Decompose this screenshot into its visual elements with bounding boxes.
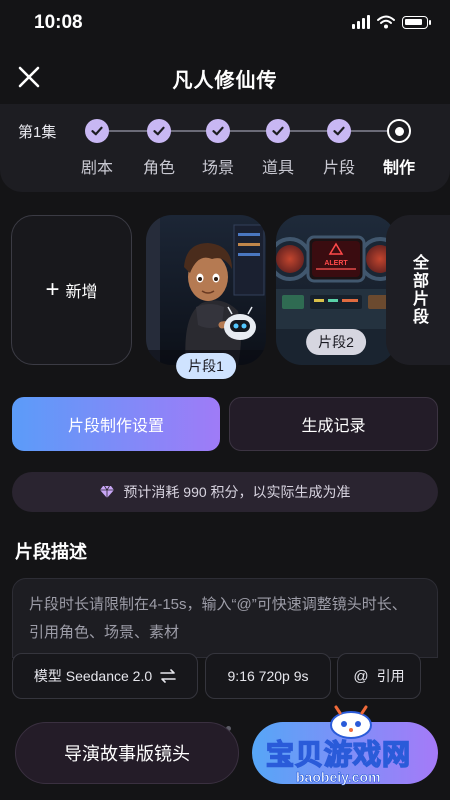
segment-2-label: 片段2 [306,329,366,355]
watermark: 宝贝游戏网 baobeiy.com [265,705,436,795]
step-script-check[interactable] [85,119,109,143]
step-production-current[interactable] [387,119,411,143]
episode-label: 第1集 [18,124,57,141]
storyboard-shot-button[interactable]: 导演故事版镜头 [15,722,239,784]
format-selector[interactable]: 9:16 720p 9s [205,653,331,699]
progress-track [97,130,398,132]
step-segment-check[interactable] [327,119,351,143]
check-icon [333,126,345,136]
segment-thumbnail-2[interactable]: ALERT 片段2 [276,215,396,365]
segment-description-input[interactable]: 片段时长请限制在4-15s，输入“@”可快速调整镜头时长、引用角色、场景、素材 [12,578,438,658]
all-segments-button[interactable]: 全部片段 [386,215,450,365]
segment-1-image [146,215,266,365]
section-title: 片段描述 [15,542,87,562]
status-bar: 10:08 [0,0,450,48]
wifi-icon [377,15,395,29]
format-label: 9:16 720p 9s [227,668,309,684]
step-props-check[interactable] [266,119,290,143]
step-label-production[interactable]: 制作 [369,154,429,178]
watermark-text: 宝贝游戏网 [265,738,412,771]
step-character-check[interactable] [147,119,171,143]
battery-icon [402,15,431,29]
reference-button[interactable]: @ 引用 [337,653,421,699]
add-segment-label: 新增 [65,284,98,301]
check-icon [272,126,284,136]
add-segment-button[interactable]: + 新增 [11,215,132,365]
status-icons [352,15,431,29]
svg-text:ALERT: ALERT [324,260,348,267]
tab-segment-settings[interactable]: 片段制作设置 [12,397,220,451]
diamond-icon [100,485,115,498]
page-title: 凡人修仙传 [172,70,278,92]
current-step-dot [394,126,404,136]
step-label-character[interactable]: 角色 [129,154,189,178]
step-label-segment[interactable]: 片段 [309,154,369,178]
step-label-script[interactable]: 剧本 [67,154,127,178]
cost-notice-text: 预计消耗 990 积分，以实际生成为准 [123,484,351,500]
description-placeholder: 片段时长请限制在4-15s，输入“@”可快速调整镜头时长、引用角色、场景、素材 [29,596,407,641]
status-time: 10:08 [34,12,83,33]
check-icon [212,126,224,136]
reference-label: 引用 [376,668,405,684]
check-icon [153,126,165,136]
plus-icon: + [45,276,60,303]
model-selector[interactable]: 模型 Seedance 2.0 [12,653,198,699]
cellular-signal-icon [352,15,370,29]
step-label-props[interactable]: 道具 [248,154,308,178]
cost-notice: 预计消耗 990 积分，以实际生成为准 [12,472,438,512]
header: 凡人修仙传 [0,52,450,104]
check-icon [91,126,103,136]
progress-card: 第1集 剧本 角色 场景 道具 片段 制作 [0,104,450,192]
segment-1-label: 片段1 [176,353,236,379]
model-label: 模型 Seedance 2.0 [33,668,153,684]
step-label-scene[interactable]: 场景 [188,154,248,178]
at-icon: @ [353,667,369,685]
all-segments-label: 全部片段 [410,254,427,326]
swap-icon [160,669,176,683]
tab-generation-history[interactable]: 生成记录 [229,397,438,451]
step-scene-check[interactable] [206,119,230,143]
watermark-url: baobeiy.com [296,769,381,786]
segment-thumbnail-1[interactable]: 片段1 [146,215,266,379]
